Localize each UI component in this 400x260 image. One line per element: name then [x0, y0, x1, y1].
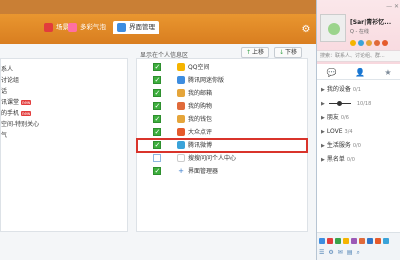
list-item[interactable]: 气: [1, 131, 7, 141]
chevron-right-icon: ▶: [321, 143, 325, 149]
list-item[interactable]: 的手机 new: [1, 109, 32, 119]
app-icon[interactable]: [359, 238, 365, 244]
list-item[interactable]: 话: [1, 87, 7, 97]
settings-icon[interactable]: ⚙: [328, 249, 333, 257]
bubble-icon: [68, 23, 77, 32]
chat-icon[interactable]: 💬: [326, 68, 336, 77]
chevron-right-icon: ▶: [321, 115, 325, 121]
window-controls[interactable]: — ✕: [386, 3, 399, 10]
move-down-button[interactable]: ↓下移: [274, 47, 302, 58]
app-icon[interactable]: [351, 238, 357, 244]
mail-icon: [177, 89, 185, 97]
new-badge: new: [21, 111, 32, 116]
checkbox[interactable]: [153, 128, 161, 136]
qq-tabs: 💬 👤 ★: [317, 66, 400, 80]
chevron-right-icon: ▶: [321, 157, 325, 163]
bottom-toolbar: ☰ ⚙ ✉ ▤ ⌕: [317, 232, 400, 260]
app-icon[interactable]: [343, 238, 349, 244]
display-items-panel: QQ空间 腾讯网迷你版 我的邮箱 我的购物 我的钱包 大众点评: [136, 58, 308, 232]
plus-icon: +: [178, 167, 184, 175]
list-item[interactable]: 腾讯网迷你版: [137, 74, 307, 87]
nickname[interactable]: [Sar|青衫忆...: [350, 17, 391, 26]
chevron-right-icon: ▶: [321, 87, 325, 93]
contact-group[interactable]: ▶ 我的设备 0/1: [317, 84, 400, 95]
settings-window: 场景秀 多彩气泡 界面管理 ⚙ 系人 讨论组 话 讯课堂 new 的手机 new 空…: [0, 0, 316, 260]
left-list-panel: 系人 讨论组 话 讯课堂 new 的手机 new 空间-特别关心 气: [0, 58, 128, 232]
tab-bubble[interactable]: 多彩气泡: [68, 21, 106, 34]
list-item[interactable]: 我的邮箱: [137, 87, 307, 100]
list-item[interactable]: 系人: [1, 65, 13, 75]
wallet-icon: [177, 115, 185, 123]
mail-icon[interactable]: [366, 40, 372, 46]
list-item[interactable]: 我的钱包: [137, 113, 307, 126]
list-item[interactable]: 我的购物: [137, 100, 307, 113]
qzone-icon: [177, 63, 185, 71]
weibo-icon: [177, 141, 185, 149]
app-icon[interactable]: [335, 238, 341, 244]
scene-show-icon: [44, 23, 53, 32]
gear-icon[interactable]: ⚙: [300, 24, 312, 36]
list-item[interactable]: 讯课堂 new: [1, 98, 32, 108]
list-item-highlighted[interactable]: 腾讯微博: [136, 138, 308, 153]
list-item[interactable]: 空间-特别关心: [1, 120, 39, 130]
list-item[interactable]: 大众点评: [137, 126, 307, 139]
window-titlebar: [0, 0, 316, 14]
search-input[interactable]: 搜索：联系人、讨论组、群...: [317, 50, 400, 62]
chevron-right-icon: ▶: [321, 101, 325, 107]
profile-icons: [350, 40, 388, 46]
checkbox[interactable]: [153, 89, 161, 97]
contact-group[interactable]: ▶ 生活服务 0/0: [317, 140, 400, 151]
app-icon[interactable]: [375, 238, 381, 244]
app-icon[interactable]: [319, 238, 325, 244]
checkbox[interactable]: [153, 115, 161, 123]
list-item[interactable]: 搜搜问问个人中心: [137, 152, 307, 165]
menu-icon[interactable]: ☰: [319, 249, 324, 257]
list-item[interactable]: QQ空间: [137, 61, 307, 74]
checkbox[interactable]: [153, 154, 161, 162]
app-icons: [319, 238, 389, 244]
qq-main-panel: — ✕ [Sar|青衫忆... Q - 在线 搜索：联系人、讨论组、群... 💬…: [316, 0, 400, 260]
contact-group[interactable]: ▶ 黑名单 0/0: [317, 154, 400, 165]
list-item[interactable]: + 界面管理器: [137, 165, 307, 178]
shopping-icon: [177, 102, 185, 110]
move-up-button[interactable]: ↑上移: [241, 47, 269, 58]
message-manager-icon[interactable]: ✉: [338, 249, 343, 257]
wenwen-icon: [177, 154, 185, 162]
checkbox[interactable]: [153, 102, 161, 110]
interface-manage-icon: [117, 23, 126, 32]
tencent-news-icon: [177, 76, 185, 84]
checkbox[interactable]: [153, 63, 161, 71]
status-text[interactable]: Q - 在线: [350, 28, 369, 35]
arrow-down-icon: ↓: [278, 49, 284, 56]
app-icon[interactable]: [367, 238, 373, 244]
wallet-icon[interactable]: [374, 40, 380, 46]
contact-group[interactable]: ▶ LOVE 3/4: [317, 126, 400, 137]
weibo-icon[interactable]: [358, 40, 364, 46]
dianping-icon[interactable]: [382, 40, 388, 46]
checkbox[interactable]: [153, 141, 161, 149]
group-slider: [329, 101, 351, 106]
tab-interface-manage[interactable]: 界面管理: [113, 21, 159, 34]
favorite-icon[interactable]: ★: [384, 68, 391, 77]
checkbox[interactable]: [153, 167, 161, 175]
qzone-icon[interactable]: [350, 40, 356, 46]
search-icon[interactable]: ⌕: [356, 249, 359, 257]
checkbox[interactable]: [153, 76, 161, 84]
app-icon[interactable]: [327, 238, 333, 244]
arrow-up-icon: ↑: [245, 49, 251, 56]
file-icon[interactable]: ▤: [347, 249, 353, 257]
dianping-icon: [177, 128, 185, 136]
chevron-right-icon: ▶: [321, 129, 325, 135]
list-item[interactable]: 讨论组: [1, 76, 19, 86]
app-icon[interactable]: [383, 238, 389, 244]
contacts-icon[interactable]: 👤: [355, 68, 365, 77]
new-badge: new: [21, 100, 32, 105]
contact-group[interactable]: ▶ 朋友 0/6: [317, 112, 400, 123]
avatar[interactable]: [320, 14, 346, 42]
main-menu-bar: ☰ ⚙ ✉ ▤ ⌕: [319, 249, 360, 257]
